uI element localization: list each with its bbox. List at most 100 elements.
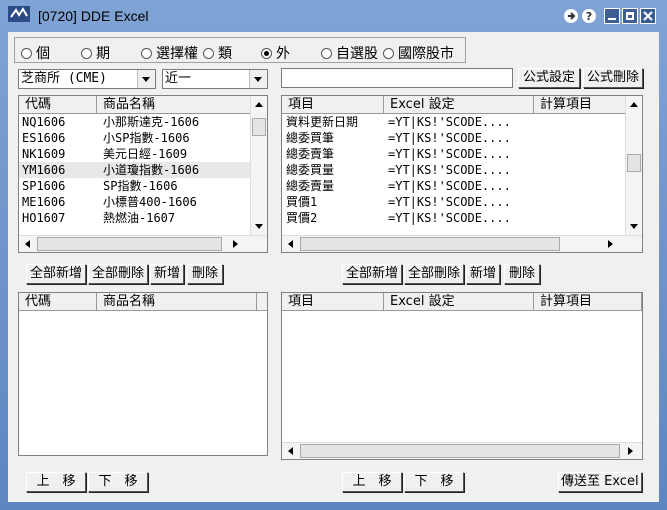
move-up-item-button[interactable]: 上 移 (342, 472, 402, 492)
table-row[interactable]: 總委賣筆 =YT|KS!'SCODE.... (282, 146, 625, 162)
minimize-button[interactable] (604, 8, 620, 24)
delete-item-button[interactable]: 刪除 (504, 264, 540, 284)
close-button[interactable] (640, 8, 656, 24)
column-header-item[interactable]: 項目 (282, 293, 384, 310)
column-header-calc-item[interactable]: 計算項目 (534, 96, 627, 113)
radio-global-stocks[interactable]: 國際股市 (383, 43, 463, 63)
maximize-button[interactable] (622, 8, 638, 24)
item-list-hscrollbar[interactable] (282, 235, 642, 252)
add-item-button[interactable]: 新增 (466, 264, 500, 284)
delete-product-button[interactable]: 刪除 (187, 264, 223, 284)
item-rows: 資料更新日期 =YT|KS!'SCODE.... 總委買筆 =YT|KS!'SCOD… (282, 114, 625, 226)
add-product-button[interactable]: 新增 (150, 264, 184, 284)
row-name: 小道瓊指數-1606 (103, 163, 200, 177)
move-up-product-button[interactable]: 上 移 (26, 472, 86, 492)
table-row[interactable]: NK1609 美元日經-1609 (19, 146, 252, 162)
product-rows: NQ1606 小那斯達克-1606 ES1606 小SP指數-1606 NK1609… (19, 114, 252, 226)
selected-item-list-header: 項目 Excel 設定 計算項目 (282, 293, 642, 311)
column-header-item[interactable]: 項目 (282, 96, 384, 113)
table-row[interactable]: NQ1606 小那斯達克-1606 (19, 114, 252, 130)
delete-all-products-button[interactable]: 全部刪除 (88, 264, 148, 284)
scroll-left-icon[interactable] (288, 447, 293, 455)
radio-dot (321, 47, 332, 59)
table-row-selected[interactable]: YM1606 小道瓊指數-1606 (19, 162, 252, 178)
column-header-code[interactable]: 代碼 (19, 96, 97, 113)
formula-delete-button[interactable]: 公式刪除 (583, 68, 643, 88)
selected-item-list-hscrollbar[interactable] (282, 442, 642, 459)
add-all-products-button[interactable]: 全部新增 (26, 264, 86, 284)
send-to-excel-button[interactable]: 傳送至 Excel (558, 472, 642, 492)
table-row[interactable]: 買價1 =YT|KS!'SCODE.... (282, 194, 625, 210)
column-header-excel-setting[interactable]: Excel 設定 (384, 96, 534, 113)
row-code: YM1606 (22, 163, 66, 177)
item-list-header: 項目 Excel 設定 計算項目 (282, 96, 642, 114)
row-excel-setting: =YT|KS!'SCODE.... (388, 195, 511, 209)
add-all-items-button[interactable]: 全部新增 (342, 264, 402, 284)
table-row[interactable]: HO1607 熱燃油-1607 (19, 210, 252, 226)
window-title: [0720] DDE Excel (38, 8, 149, 24)
table-row[interactable]: 買價2 =YT|KS!'SCODE.... (282, 210, 625, 226)
help-icon[interactable]: ? (581, 8, 597, 24)
radio-watchlist[interactable]: 自選股 (321, 43, 379, 63)
column-header-calc-item[interactable]: 計算項目 (534, 293, 642, 310)
column-header-code[interactable]: 代碼 (19, 293, 97, 310)
move-down-product-button[interactable]: 下 移 (88, 472, 148, 492)
scroll-left-icon[interactable] (288, 240, 293, 248)
exchange-select[interactable]: 芝商所 (CME) (18, 69, 156, 89)
chevron-down-icon[interactable] (249, 70, 267, 88)
row-item: 資料更新日期 (286, 115, 359, 129)
selected-item-list[interactable]: 項目 Excel 設定 計算項目 (281, 292, 643, 460)
formula-input[interactable] (281, 68, 513, 88)
close-icon (643, 11, 653, 21)
scroll-thumb[interactable] (627, 154, 641, 172)
column-header-excel-setting[interactable]: Excel 設定 (384, 293, 534, 310)
row-item: 總委買量 (286, 163, 335, 177)
selected-product-list[interactable]: 代碼 商品名稱 (18, 292, 268, 456)
table-row[interactable]: SP1606 SP指數-1606 (19, 178, 252, 194)
table-row[interactable]: 總委買量 =YT|KS!'SCODE.... (282, 162, 625, 178)
delete-all-items-button[interactable]: 全部刪除 (404, 264, 464, 284)
radio-individual[interactable]: 個 (21, 43, 77, 63)
radio-label: 外 (276, 46, 290, 62)
radio-dot (21, 47, 32, 59)
chevron-down-icon[interactable] (137, 70, 155, 88)
item-list-vscrollbar[interactable] (625, 96, 642, 235)
scroll-down-icon[interactable] (630, 224, 638, 229)
table-row[interactable]: 總委賣量 =YT|KS!'SCODE.... (282, 178, 625, 194)
radio-options[interactable]: 選擇權 (141, 43, 199, 63)
scroll-right-icon[interactable] (608, 240, 613, 248)
radio-futures[interactable]: 期 (81, 43, 137, 63)
client-area: 個 期 選擇權 類 外 自選股 國際股市 芝商所 (CME) 近一 公式設定 公… (8, 32, 659, 502)
product-list[interactable]: 代碼 商品名稱 NQ1606 小那斯達克-1606 ES1606 小SP指數-160… (18, 95, 268, 253)
scroll-up-icon[interactable] (255, 102, 263, 107)
scroll-right-icon[interactable] (233, 240, 238, 248)
table-row[interactable]: 總委買筆 =YT|KS!'SCODE.... (282, 130, 625, 146)
row-item: 買價1 (286, 195, 318, 209)
table-row[interactable]: 資料更新日期 =YT|KS!'SCODE.... (282, 114, 625, 130)
product-list-vscrollbar[interactable] (250, 96, 267, 235)
scroll-right-icon[interactable] (628, 447, 633, 455)
scroll-down-icon[interactable] (255, 224, 263, 229)
scroll-thumb[interactable] (300, 444, 620, 458)
column-header-name[interactable]: 商品名稱 (97, 96, 252, 113)
product-list-hscrollbar[interactable] (19, 235, 267, 252)
period-select[interactable]: 近一 (162, 69, 268, 89)
scroll-thumb[interactable] (37, 237, 222, 251)
row-name: 小那斯達克-1606 (103, 115, 200, 129)
row-item: 總委賣量 (286, 179, 335, 193)
scroll-left-icon[interactable] (25, 240, 30, 248)
move-down-item-button[interactable]: 下 移 (404, 472, 464, 492)
formula-set-button[interactable]: 公式設定 (518, 68, 580, 88)
scroll-thumb[interactable] (252, 118, 266, 136)
item-list[interactable]: 項目 Excel 設定 計算項目 資料更新日期 =YT|KS!'SCODE....… (281, 95, 643, 253)
radio-dot (81, 47, 92, 59)
table-row[interactable]: ME1606 小標普400-1606 (19, 194, 252, 210)
column-header-name[interactable]: 商品名稱 (97, 293, 257, 310)
table-row[interactable]: ES1606 小SP指數-1606 (19, 130, 252, 146)
link-icon[interactable] (563, 8, 579, 24)
scroll-thumb[interactable] (300, 237, 560, 251)
radio-foreign[interactable]: 外 (261, 43, 317, 63)
row-name: 熱燃油-1607 (103, 211, 176, 225)
radio-category[interactable]: 類 (203, 43, 257, 63)
scroll-up-icon[interactable] (630, 102, 638, 107)
